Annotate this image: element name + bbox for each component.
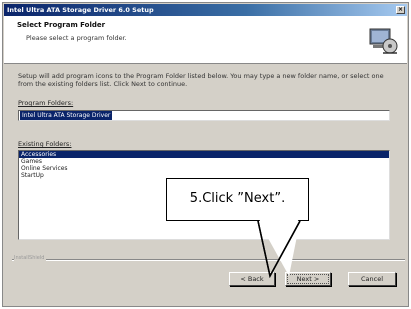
close-icon: ×: [397, 6, 404, 13]
list-item[interactable]: Games: [19, 158, 389, 165]
callout-text: 5.Click ”Next”.: [189, 191, 286, 206]
existing-folders-label: Existing Folders:: [18, 140, 72, 148]
header-title: Select Program Folder: [17, 21, 106, 29]
next-button[interactable]: Next >: [285, 272, 331, 286]
program-folder-value: Intel Ultra ATA Storage Driver: [20, 111, 113, 120]
program-folder-input[interactable]: Intel Ultra ATA Storage Driver: [18, 110, 390, 121]
dialog-header: Select Program Folder Please select a pr…: [4, 16, 407, 64]
list-item[interactable]: Accessories: [19, 151, 389, 158]
header-subtitle: Please select a program folder.: [26, 34, 127, 42]
computer-disk-icon: [369, 28, 398, 54]
cancel-button[interactable]: Cancel: [348, 272, 396, 286]
window-title: Intel Ultra ATA Storage Driver 6.0 Setup: [7, 6, 154, 14]
title-bar: Intel Ultra ATA Storage Driver 6.0 Setup…: [4, 4, 407, 16]
description-text: Setup will add program icons to the Prog…: [18, 72, 384, 88]
close-button[interactable]: ×: [396, 6, 405, 14]
footer-separator: [12, 259, 405, 261]
list-item[interactable]: Online Services: [19, 165, 389, 172]
installshield-label: InstallShield: [14, 255, 47, 261]
back-button[interactable]: < Back: [229, 272, 275, 286]
instruction-callout: 5.Click ”Next”.: [166, 178, 309, 221]
program-folder-label: Program Folders:: [18, 99, 74, 107]
